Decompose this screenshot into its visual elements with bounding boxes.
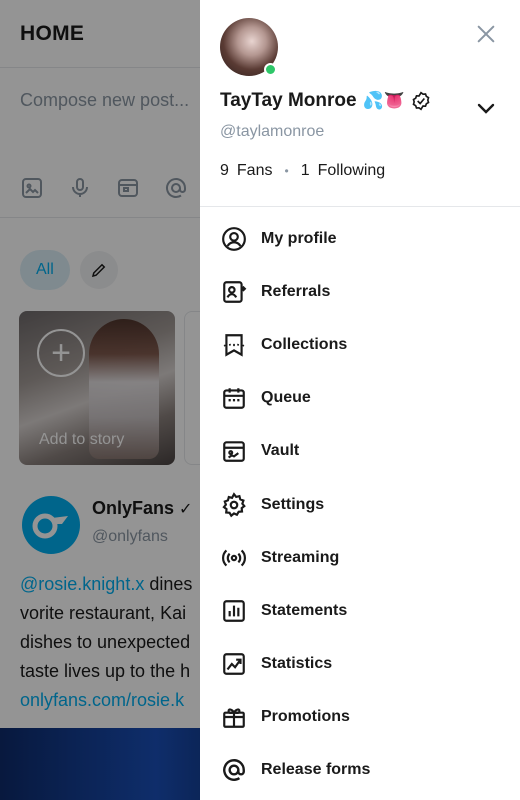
referrals-icon	[220, 278, 248, 306]
at-icon	[220, 756, 248, 784]
divider	[200, 206, 520, 207]
menu-item-release-forms[interactable]: Release forms	[220, 744, 510, 797]
name-emoji: 💦👅	[362, 91, 405, 110]
gift-icon	[220, 703, 248, 731]
user-handle: @taylamonroe	[220, 123, 325, 140]
menu-item-label: Statistics	[261, 655, 333, 673]
follow-stats: 9 Fans • 1 Following	[220, 162, 385, 180]
streaming-icon	[220, 544, 248, 572]
menu-item-label: Release forms	[261, 761, 371, 779]
menu-item-streaming[interactable]: Streaming	[220, 531, 510, 584]
gear-icon	[220, 491, 248, 519]
vault-icon	[220, 437, 248, 465]
menu-item-label: Referrals	[261, 282, 331, 300]
menu-item-collections[interactable]: Collections	[220, 318, 510, 371]
collections-icon	[220, 331, 248, 359]
separator-dot: •	[284, 164, 289, 178]
profile-icon	[220, 225, 248, 253]
menu-item-statistics[interactable]: Statistics	[220, 638, 510, 691]
drawer-menu: My profile Referrals Collections Queue V…	[220, 212, 510, 797]
side-drawer: TayTay Monroe 💦👅 @taylamonroe 9 Fans • 1…	[200, 0, 520, 800]
following-link[interactable]: Following	[318, 162, 386, 180]
following-count: 1	[300, 162, 310, 179]
menu-item-promotions[interactable]: Promotions	[220, 691, 510, 744]
verified-icon	[412, 91, 430, 111]
online-status-indicator	[264, 63, 277, 76]
menu-item-label: Settings	[261, 495, 325, 513]
menu-item-label: Streaming	[261, 548, 340, 566]
user-name: TayTay Monroe	[220, 90, 357, 111]
menu-item-vault[interactable]: Vault	[220, 425, 510, 478]
menu-item-label: Statements	[261, 601, 348, 619]
menu-item-settings[interactable]: Settings	[220, 478, 510, 531]
calendar-icon	[220, 384, 248, 412]
menu-item-label: Promotions	[261, 708, 350, 726]
user-name-row[interactable]: TayTay Monroe 💦👅	[220, 90, 431, 112]
menu-item-statements[interactable]: Statements	[220, 584, 510, 637]
fans-link[interactable]: Fans	[237, 162, 273, 180]
close-button[interactable]	[472, 20, 500, 48]
menu-item-label: Collections	[261, 335, 348, 353]
close-icon	[477, 25, 495, 43]
statistics-icon	[220, 650, 248, 678]
menu-item-label: My profile	[261, 229, 337, 247]
statements-icon	[220, 597, 248, 625]
chevron-down-icon	[477, 103, 495, 114]
menu-item-queue[interactable]: Queue	[220, 372, 510, 425]
menu-item-my-profile[interactable]: My profile	[220, 212, 510, 265]
menu-item-referrals[interactable]: Referrals	[220, 265, 510, 318]
account-switcher-button[interactable]	[474, 96, 498, 120]
menu-item-label: Queue	[261, 389, 311, 407]
fans-count: 9	[220, 162, 229, 179]
menu-item-label: Vault	[261, 442, 300, 460]
